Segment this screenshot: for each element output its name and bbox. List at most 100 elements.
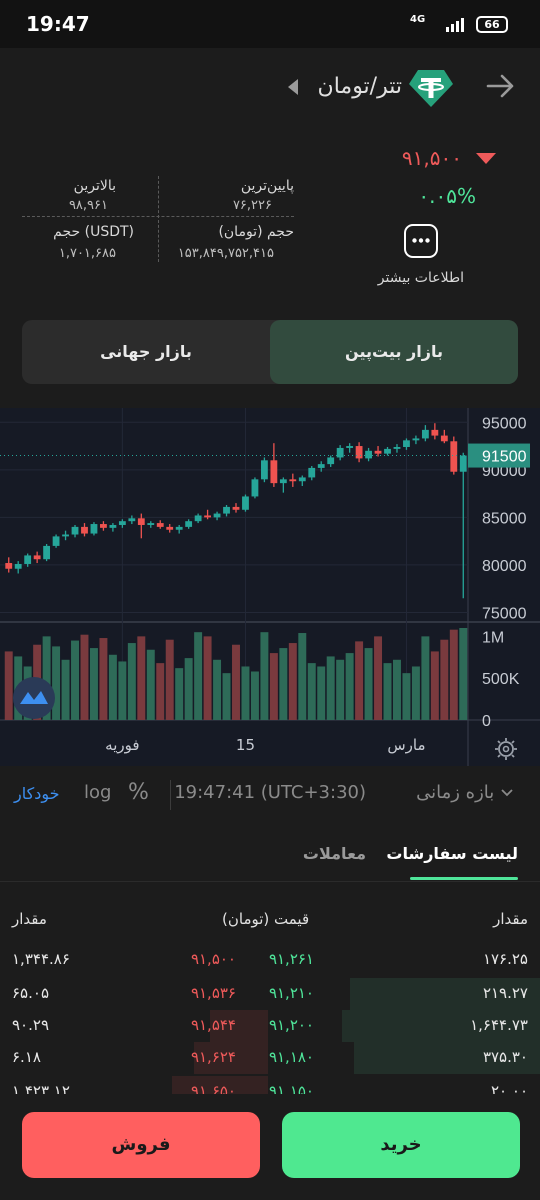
order-row[interactable]: ۱,۳۴۴.۸۶ ۹۱,۵۰۰ ۹۱,۲۶۱ ۱۷۶.۲۵ <box>0 944 540 976</box>
volume-bar <box>430 651 439 720</box>
last-price: ۹۱,۵۰۰ <box>402 146 496 170</box>
log-toggle[interactable]: log <box>84 782 111 803</box>
candle-body <box>118 521 126 525</box>
price-chart[interactable]: 95000 90000 85000 80000 75000 1M 500K 0 فوریه 15 م… <box>0 408 540 766</box>
volume-bar <box>393 659 401 720</box>
tether-logo-icon <box>409 70 453 107</box>
candlestick-chart[interactable]: 95000900008500080000750001M500K0فوریه 15 م… <box>0 408 540 766</box>
candle-body <box>289 479 297 482</box>
candle-body <box>175 526 183 530</box>
order-row[interactable]: ۹۰.۲۹ ۹۱,۵۴۴ ۹۱,۲۰۰ ۱,۶۴۴.۷۳ <box>0 1010 540 1042</box>
stats-divider-horizontal <box>22 216 294 217</box>
volume-bar <box>374 636 383 720</box>
percent-toggle[interactable]: % <box>128 780 149 805</box>
header: تتر/تومان <box>0 48 540 128</box>
volume-bar <box>307 663 316 720</box>
tab-orderbook[interactable]: لیست سفارشات <box>386 844 518 863</box>
candle-body <box>52 536 60 546</box>
candle-body <box>242 496 249 510</box>
candle-body <box>327 457 335 465</box>
orderbook-tabs: لیست سفارشات معاملات <box>0 824 540 882</box>
volume-bar <box>269 653 278 720</box>
volume-bar <box>336 659 345 720</box>
candle-body <box>204 515 212 518</box>
candle-body <box>24 555 32 564</box>
order-row[interactable]: ۶.۱۸ ۹۱,۶۲۴ ۹۱,۱۸۰ ۳۷۵.۳۰ <box>0 1042 540 1074</box>
candle-body <box>421 429 429 439</box>
volume-usdt-value: ۱,۷۰۱,۶۸۵ <box>58 246 116 261</box>
status-bar: 19:47 4G 66 <box>0 0 540 48</box>
candle-body <box>393 446 401 449</box>
volume-bar <box>288 643 297 720</box>
tradingview-logo-icon <box>13 677 55 719</box>
sell-amount-header: مقدار <box>12 910 47 928</box>
candle-body <box>14 563 22 569</box>
candle-body <box>459 455 467 472</box>
more-info-button[interactable] <box>404 224 438 258</box>
timeframe-label: بازه زمانی <box>416 782 495 803</box>
volume-toman-value: ۱۵۳,۸۴۹,۷۵۲,۴۱۵ <box>177 246 274 261</box>
global-market-button[interactable]: بازار جهانی <box>22 320 270 384</box>
candle-body <box>260 460 268 480</box>
volume-bar <box>61 659 70 720</box>
volume-bar <box>279 648 288 720</box>
volume-bar <box>156 663 165 720</box>
sell-button[interactable]: فروش <box>22 1112 260 1178</box>
order-row[interactable]: ۶۵.۰۵ ۹۱,۵۳۶ ۹۱,۲۱۰ ۲۱۹.۲۷ <box>0 978 540 1010</box>
candle-body <box>279 479 287 484</box>
candle-body <box>90 524 98 534</box>
candle-body <box>374 450 382 454</box>
buy-amount: ۱,۶۴۴.۷۳ <box>470 1016 528 1034</box>
volume-bar <box>184 658 193 720</box>
order-book: مقدار قیمت (تومان) مقدار ۱,۳۴۴.۸۶ ۹۱,۵۰۰… <box>0 882 540 1094</box>
trade-actions: فروش خرید <box>0 1094 540 1200</box>
candle-body <box>232 506 240 510</box>
local-market-button[interactable]: بازار بیت‌پین <box>270 320 518 384</box>
volume-bars <box>4 628 468 720</box>
volume-toman-label: حجم (تومان) <box>218 224 294 240</box>
volume-bar <box>250 671 259 720</box>
candle-body <box>346 446 354 448</box>
candle-body <box>5 563 13 569</box>
candle-body <box>223 506 230 514</box>
price-tick-label: 95000 <box>482 415 527 432</box>
buy-price: ۹۱,۱۸۰ <box>268 1048 314 1066</box>
candle-body <box>450 441 458 472</box>
volume-bar <box>194 632 203 720</box>
candle-body <box>384 448 391 454</box>
volume-bar <box>213 659 222 720</box>
network-label: 4G <box>410 14 426 25</box>
tab-trades[interactable]: معاملات <box>303 844 366 863</box>
buy-amount: ۲۱۹.۲۷ <box>482 984 528 1002</box>
volume-bar <box>383 663 392 720</box>
candle-body <box>194 515 202 522</box>
buy-button[interactable]: خرید <box>282 1112 520 1178</box>
candle-body <box>431 429 439 436</box>
volume-bar <box>421 636 430 720</box>
timeframe-selector[interactable]: بازه زمانی <box>416 782 520 803</box>
volume-bar <box>165 639 174 720</box>
candles <box>5 423 467 599</box>
auto-toggle[interactable]: خودکار <box>14 784 60 803</box>
candle-body <box>412 438 420 441</box>
candle-body <box>440 435 448 442</box>
buy-amount-header: مقدار <box>493 910 528 928</box>
volume-bar <box>459 628 468 720</box>
low-value: ۷۶,۲۲۶ <box>232 198 272 213</box>
settings-gear-icon[interactable] <box>495 738 517 760</box>
caret-left-icon[interactable] <box>286 78 300 96</box>
pair-title[interactable]: تتر/تومان <box>318 74 402 99</box>
volume-bar <box>137 636 146 720</box>
order-row[interactable]: ۱,۴۲۳.۱۲ ۹۱,۶۵۰ ۹۱,۱۵۰ ۲۰.۰۰ <box>0 1076 540 1094</box>
price-change: ۰.۰۵% <box>418 184 476 208</box>
sell-amount: ۱,۴۲۳.۱۲ <box>12 1082 70 1094</box>
volume-bar <box>80 634 89 720</box>
back-arrow-icon[interactable] <box>484 70 516 102</box>
more-info-label[interactable]: اطلاعات بیشتر <box>378 270 464 286</box>
status-time: 19:47 <box>26 12 90 36</box>
buy-amount: ۲۰.۰۰ <box>491 1082 528 1094</box>
volume-bar <box>127 643 136 720</box>
buy-amount: ۳۷۵.۳۰ <box>482 1048 528 1066</box>
buy-price: ۹۱,۲۶۱ <box>268 950 314 968</box>
stats-divider-vertical <box>158 176 159 262</box>
